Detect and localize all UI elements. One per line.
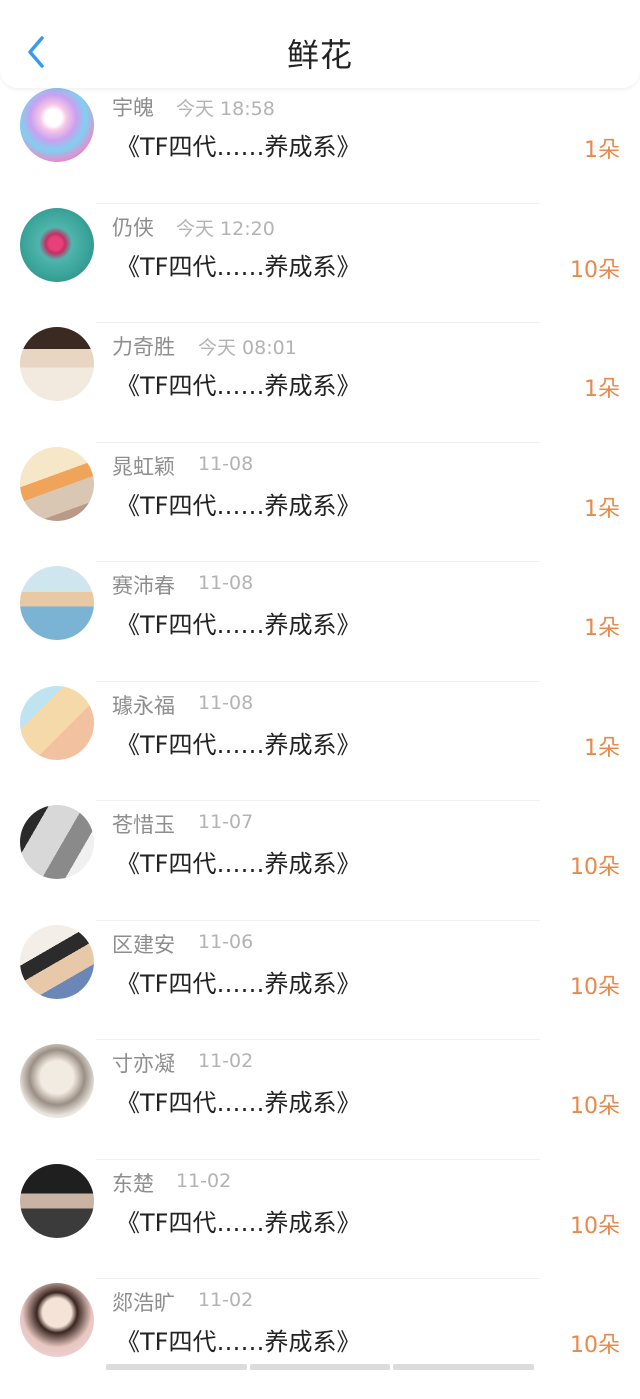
book-title: 《TF四代……养成系》 (116, 1208, 361, 1237)
flower-count: 1朵 (584, 496, 620, 522)
list-item[interactable]: 力奇胜 今天 08:01 《TF四代……养成系》 1朵 (0, 323, 640, 443)
sender-name: 赛沛春 (112, 574, 175, 598)
timestamp: 11-02 (198, 1289, 254, 1311)
indicator-segment (393, 1364, 535, 1370)
flower-count: 1朵 (584, 377, 620, 402)
sender-name: 宇魄 (112, 96, 154, 120)
book-title: 《TF四代……养成系》 (116, 730, 361, 759)
flower-count: 10朵 (570, 1333, 620, 1358)
timestamp: 今天 08:01 (198, 337, 297, 359)
sender-name: 区建安 (112, 932, 175, 957)
list-item[interactable]: 苍惜玉 11-07 《TF四代……养成系》 10朵 (0, 801, 640, 921)
avatar[interactable] (20, 327, 94, 401)
timestamp: 11-07 (198, 811, 254, 833)
avatar[interactable] (20, 1163, 94, 1238)
timestamp: 11-02 (176, 1169, 232, 1192)
timestamp: 11-08 (198, 572, 254, 594)
flower-list: 宇魄 今天 18:58 《TF四代……养成系》 1朵 仍侠 今天 12:20 《… (0, 84, 640, 1399)
book-title: 《TF四代……养成系》 (116, 372, 361, 400)
list-item[interactable]: 璩永福 11-08 《TF四代……养成系》 1朵 (0, 682, 640, 801)
book-title: 《TF四代……养成系》 (116, 611, 361, 639)
book-title: 《TF四代……养成系》 (116, 1089, 361, 1117)
flower-count: 1朵 (584, 138, 620, 163)
list-item[interactable]: 寸亦凝 11-02 《TF四代……养成系》 10朵 (0, 1040, 640, 1160)
list-item[interactable]: 郯浩旷 11-02 《TF四代……养成系》 10朵 (0, 1279, 640, 1399)
list-item[interactable]: 晁虹颖 11-08 《TF四代……养成系》 1朵 (0, 443, 640, 562)
flower-count: 1朵 (584, 735, 620, 761)
sender-name: 苍惜玉 (112, 813, 175, 837)
timestamp: 11-08 (198, 691, 254, 714)
avatar[interactable] (20, 207, 94, 282)
flower-count: 10朵 (570, 1213, 620, 1239)
book-title: 《TF四代……养成系》 (116, 491, 361, 520)
flower-count: 10朵 (570, 855, 620, 880)
avatar[interactable] (20, 1044, 94, 1118)
list-item[interactable]: 东楚 11-02 《TF四代……养成系》 10朵 (0, 1160, 640, 1279)
timestamp: 11-08 (198, 452, 254, 475)
book-title: 《TF四代……养成系》 (116, 850, 361, 878)
page-title: 鲜花 (286, 36, 353, 74)
sender-name: 寸亦凝 (112, 1052, 175, 1076)
indicator-segment (106, 1364, 247, 1370)
list-item[interactable]: 仍侠 今天 12:20 《TF四代……养成系》 10朵 (0, 204, 640, 323)
sender-name: 东楚 (112, 1171, 154, 1196)
bottom-indicator (106, 1364, 535, 1370)
avatar[interactable] (20, 805, 94, 879)
avatar[interactable] (20, 88, 94, 162)
avatar[interactable] (20, 1283, 94, 1357)
flower-count: 10朵 (570, 1094, 620, 1119)
sender-name: 郯浩旷 (112, 1291, 175, 1315)
book-title: 《TF四代……养成系》 (116, 1328, 361, 1356)
sender-name: 力奇胜 (112, 335, 175, 359)
avatar[interactable] (20, 685, 94, 760)
sender-name: 晁虹颖 (112, 454, 175, 479)
flower-count: 10朵 (570, 974, 620, 1000)
sender-name: 璩永福 (112, 693, 175, 718)
book-title: 《TF四代……养成系》 (116, 133, 361, 161)
timestamp: 11-06 (198, 930, 254, 953)
timestamp: 今天 12:20 (176, 217, 275, 240)
timestamp: 11-02 (198, 1050, 254, 1072)
list-item[interactable]: 区建安 11-06 《TF四代……养成系》 10朵 (0, 921, 640, 1040)
list-item[interactable]: 赛沛春 11-08 《TF四代……养成系》 1朵 (0, 562, 640, 682)
timestamp: 今天 18:58 (176, 98, 275, 120)
indicator-segment (249, 1364, 391, 1370)
avatar[interactable] (20, 566, 94, 640)
avatar[interactable] (20, 924, 94, 999)
avatar[interactable] (20, 446, 94, 521)
flower-count: 1朵 (584, 616, 620, 641)
flower-count: 10朵 (570, 257, 620, 283)
top-bar: 鲜花 (0, 0, 640, 88)
sender-name: 仍侠 (112, 215, 154, 240)
book-title: 《TF四代……养成系》 (116, 969, 361, 998)
book-title: 《TF四代……养成系》 (116, 252, 361, 281)
list-item[interactable]: 宇魄 今天 18:58 《TF四代……养成系》 1朵 (0, 84, 640, 204)
